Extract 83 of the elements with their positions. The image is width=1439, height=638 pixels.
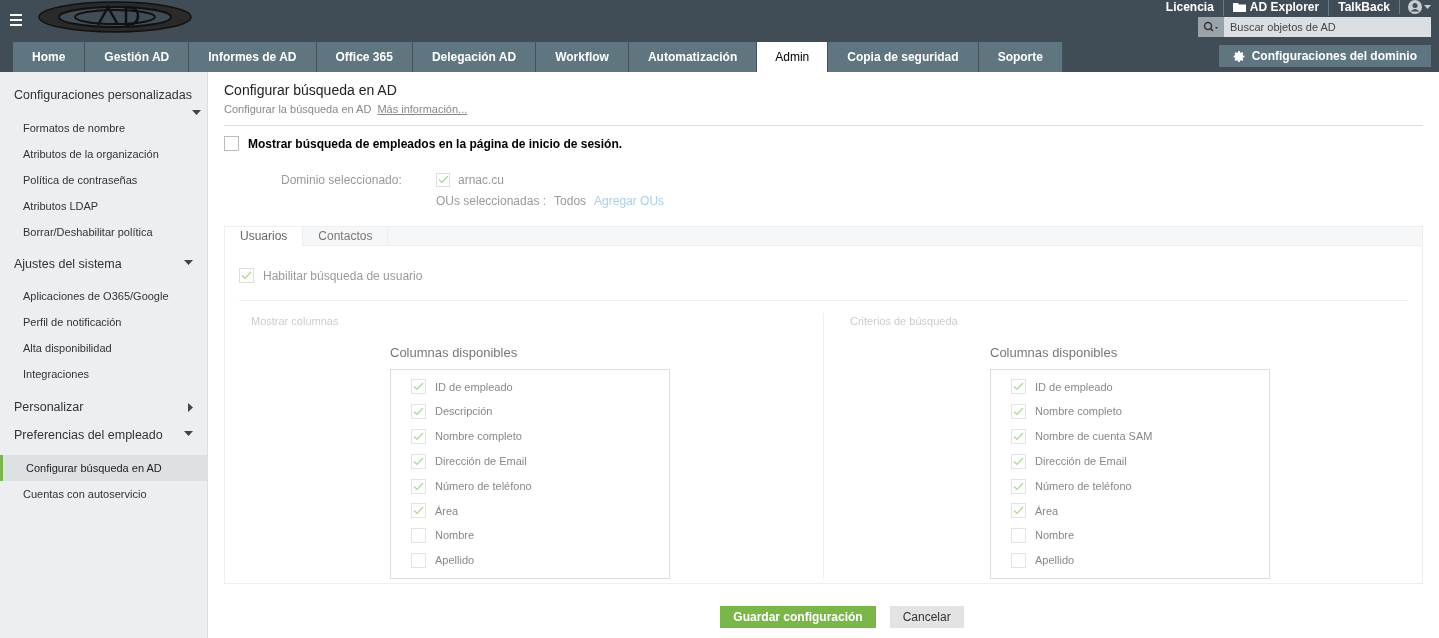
search-icon[interactable]	[1198, 17, 1224, 37]
checkbox[interactable]	[1011, 552, 1026, 568]
nav-tab[interactable]: Automatización	[628, 42, 758, 72]
checkbox[interactable]	[436, 172, 450, 187]
sidebar-item[interactable]: Atributos LDAP	[0, 192, 207, 219]
top-link[interactable]: TalkBack	[1328, 0, 1399, 16]
checkbox[interactable]	[1011, 478, 1026, 494]
checkbox[interactable]	[411, 453, 426, 469]
sidebar-item[interactable]: Formatos de nombre	[0, 114, 207, 141]
nav-tab[interactable]: Copia de seguridad	[828, 42, 979, 72]
ous-value: Todos	[554, 192, 587, 210]
checkbox[interactable]	[411, 478, 426, 494]
checkbox[interactable]	[1011, 429, 1026, 444]
page-subtitle: Configurar la búsqueda en AD	[224, 102, 372, 117]
nav-tab[interactable]: Informes de AD	[189, 42, 317, 72]
checkbox-label: Dirección de Email	[1035, 454, 1127, 470]
user-menu-icon[interactable]	[1399, 0, 1431, 14]
checkbox[interactable]	[239, 268, 254, 283]
checkbox-label: Habilitar búsqueda de usuario	[263, 267, 423, 285]
sidebar-section[interactable]: Personalizar	[0, 397, 207, 417]
checkbox[interactable]	[1011, 528, 1026, 544]
domain-name: arnac.cu	[458, 171, 505, 189]
sidebar-section[interactable]: Configuraciones personalizadas	[0, 86, 207, 105]
sidebar-section[interactable]: Ajustes del sistema	[0, 254, 207, 274]
sidebar-section[interactable]: Preferencias del empleado	[0, 426, 207, 445]
checkbox-label: ID de empleado	[1035, 379, 1113, 395]
top-link[interactable]: Licencia	[1156, 0, 1223, 16]
nav-tab[interactable]: Delegación AD	[412, 42, 537, 72]
menu-icon[interactable]	[10, 14, 22, 26]
page-title: Configurar búsqueda en AD	[224, 81, 398, 100]
checkbox-label: Nombre completo	[1035, 404, 1122, 420]
nav-tab[interactable]: Gestión AD	[85, 42, 190, 72]
checkbox-label: Dirección de Email	[435, 454, 527, 470]
cancel-button[interactable]: Cancelar	[889, 605, 964, 628]
domain-label: Dominio seleccionado:	[281, 171, 403, 189]
checkbox-label: Nombre	[435, 528, 475, 544]
checkbox-label: Apellido	[1035, 553, 1075, 569]
checkbox-label: Área	[1035, 503, 1059, 519]
list-heading: Columnas disponibles	[990, 344, 1119, 362]
domain-settings-button[interactable]: Configuraciones del dominio	[1218, 45, 1431, 67]
checkbox-label: Nombre completo	[435, 429, 522, 445]
panel-tab[interactable]: Contactos	[303, 226, 389, 245]
sidebar-item[interactable]: Política de contraseñas	[0, 166, 207, 193]
checkbox-label: Mostrar búsqueda de empleados en la página de inicio de sesión.	[248, 135, 623, 153]
checkbox[interactable]	[411, 404, 426, 420]
ous-label: OUs seleccionadas :	[436, 192, 547, 210]
checkbox[interactable]	[1011, 379, 1026, 395]
checkbox[interactable]	[1011, 503, 1026, 519]
checkbox-label: Área	[435, 503, 459, 519]
nav-tab[interactable]: Soporte	[978, 42, 1063, 72]
sidebar-item[interactable]: Configurar búsqueda en AD	[0, 455, 207, 481]
checkbox-label: Nombre de cuenta SAM	[1035, 429, 1153, 445]
nav-tab[interactable]: Workflow	[536, 42, 629, 72]
checkbox-label: Número de teléfono	[1035, 478, 1132, 494]
nav-tab[interactable]: Office 365	[316, 42, 413, 72]
top-link[interactable]: AD Explorer	[1222, 0, 1329, 16]
gear-icon	[1232, 49, 1246, 63]
checkbox-label: Descripción	[435, 404, 493, 420]
checkbox[interactable]	[1011, 404, 1026, 420]
sidebar-item[interactable]: Cuentas con autoservicio	[0, 481, 207, 507]
list-heading: Columnas disponibles	[390, 344, 519, 362]
checkbox[interactable]	[1011, 453, 1026, 469]
sidebar-item[interactable]: Atributos de la organización	[0, 140, 207, 167]
checkbox-label: Número de teléfono	[435, 478, 532, 494]
more-info-link[interactable]: Más información...	[377, 101, 468, 118]
checkbox[interactable]	[411, 552, 426, 568]
checkbox[interactable]	[224, 136, 239, 151]
folder-icon	[1232, 2, 1246, 12]
sidebar-item[interactable]: Integraciones	[0, 361, 207, 388]
checkbox[interactable]	[411, 503, 426, 519]
checkbox[interactable]	[411, 528, 426, 544]
nav-tab[interactable]: Admin	[757, 42, 829, 72]
checkbox[interactable]	[411, 429, 426, 444]
sidebar-item[interactable]: Alta disponibilidad	[0, 335, 207, 362]
sidebar-item[interactable]: Perfil de notificación	[0, 309, 207, 336]
checkbox-label: ID de empleado	[435, 379, 513, 395]
panel-tab[interactable]: Usuarios	[225, 226, 304, 246]
checkbox-label: Apellido	[435, 553, 475, 569]
nav-tab[interactable]: Home	[13, 42, 86, 72]
sidebar-item[interactable]: Aplicaciones de O365/Google	[0, 283, 207, 310]
sidebar-item[interactable]: Borrar/Deshabilitar política	[0, 218, 207, 245]
checkbox-label: Nombre	[1035, 528, 1075, 544]
checkbox[interactable]	[411, 379, 426, 395]
